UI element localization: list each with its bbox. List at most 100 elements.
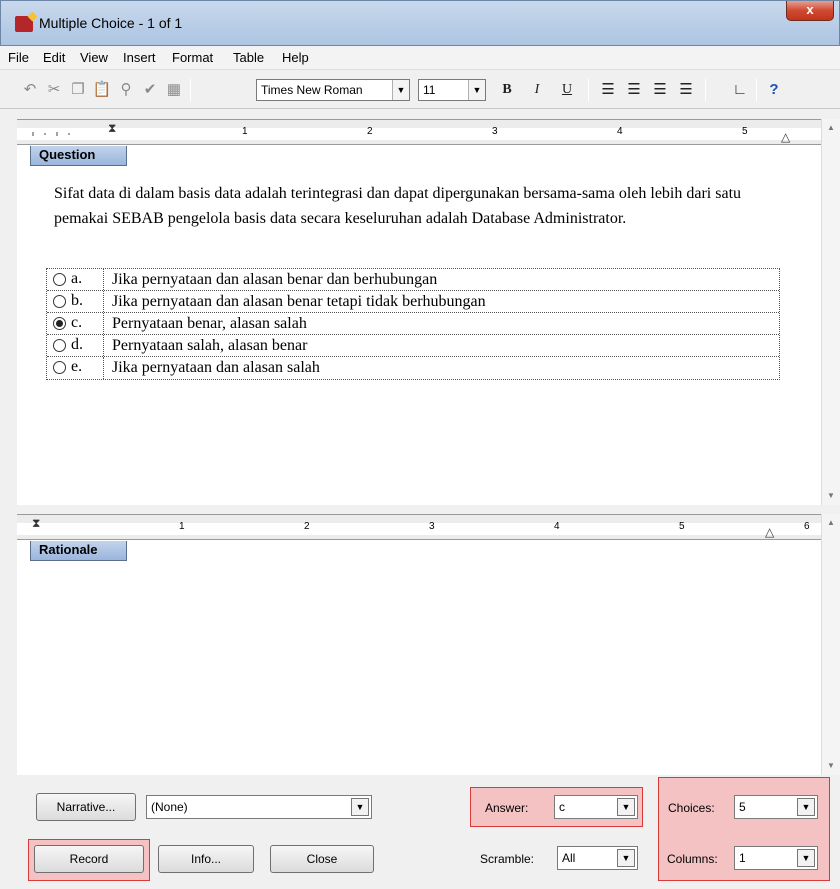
ruler-number: 2 <box>304 521 310 532</box>
choice-row[interactable]: b. Jika pernyataan dan alasan benar teta… <box>47 291 779 313</box>
ruler-number: 4 <box>554 521 560 532</box>
help-icon[interactable]: ? <box>764 80 784 100</box>
choice-letter: a. <box>71 270 83 287</box>
tab-stop-icon[interactable]: ∟ <box>730 80 750 100</box>
font-name-select[interactable]: Times New Roman ▼ <box>256 79 410 101</box>
narrative-select[interactable]: (None) ▼ <box>146 795 372 819</box>
ruler-number: 2 <box>367 126 373 137</box>
scroll-down-icon[interactable]: ▼ <box>822 487 840 505</box>
menu-edit[interactable]: Edit <box>43 50 65 65</box>
rationale-pane[interactable] <box>17 540 821 775</box>
spellcheck-icon[interactable]: ✔ <box>140 80 160 100</box>
record-button[interactable]: Record <box>34 845 144 873</box>
chevron-down-icon[interactable]: ▼ <box>351 798 369 816</box>
align-center-icon[interactable]: ☰ <box>624 80 644 100</box>
scramble-value: All <box>562 851 576 865</box>
choice-text[interactable]: Pernyataan salah, alasan benar <box>103 335 307 356</box>
toolbar: ↶ ✂ ❐ 📋 ⚲ ✔ ▦ Times New Roman ▼ 11 ▼ B I… <box>0 71 840 109</box>
bottom-panel: Narrative... (None) ▼ Answer: c ▼ Choice… <box>0 777 840 889</box>
choice-radio[interactable] <box>53 339 66 352</box>
menu-table[interactable]: Table <box>233 50 264 65</box>
undo-icon[interactable]: ↶ <box>20 80 40 100</box>
font-size-value: 11 <box>423 83 436 97</box>
right-indent-marker[interactable]: △ <box>765 525 774 539</box>
choice-text[interactable]: Pernyataan benar, alasan salah <box>103 313 307 334</box>
ruler-number: 5 <box>679 521 685 532</box>
underline-button[interactable]: U <box>556 79 578 101</box>
menu-file[interactable]: File <box>8 50 29 65</box>
rationale-tab: Rationale <box>30 541 127 561</box>
italic-button[interactable]: I <box>526 79 548 101</box>
choices-value: 5 <box>739 800 746 814</box>
chevron-down-icon[interactable]: ▼ <box>797 849 815 867</box>
columns-value: 1 <box>739 851 746 865</box>
chevron-down-icon[interactable]: ▼ <box>468 80 485 100</box>
justify-icon[interactable]: ☰ <box>676 80 696 100</box>
close-button[interactable]: Close <box>270 845 374 873</box>
window-close-button[interactable]: x <box>786 1 834 21</box>
find-icon[interactable]: ⚲ <box>116 80 136 100</box>
ruler-number: 6 <box>804 521 810 532</box>
narrative-value: (None) <box>151 800 188 814</box>
rationale-scrollbar[interactable]: ▲ ▼ <box>821 514 840 775</box>
chevron-down-icon[interactable]: ▼ <box>797 798 815 816</box>
narrative-button[interactable]: Narrative... <box>36 793 136 821</box>
first-line-indent-marker[interactable]: ⧗ <box>108 121 116 136</box>
first-line-indent-marker[interactable]: ⧗ <box>32 516 40 531</box>
ruler-number: 3 <box>429 521 435 532</box>
question-tab: Question <box>30 146 127 166</box>
choice-radio-selected[interactable] <box>53 317 66 330</box>
cut-icon[interactable]: ✂ <box>44 80 64 100</box>
ruler-number: 5 <box>742 126 748 137</box>
choice-row[interactable]: c. Pernyataan benar, alasan salah <box>47 313 779 335</box>
question-scrollbar[interactable]: ▲ ▼ <box>821 119 840 505</box>
choice-radio[interactable] <box>53 361 66 374</box>
choices-select[interactable]: 5 ▼ <box>734 795 818 819</box>
scramble-select[interactable]: All ▼ <box>557 846 638 870</box>
font-size-select[interactable]: 11 ▼ <box>418 79 486 101</box>
choice-text[interactable]: Jika pernyataan dan alasan benar dan ber… <box>103 269 437 290</box>
answer-label: Answer: <box>485 801 529 815</box>
align-right-icon[interactable]: ☰ <box>650 80 670 100</box>
chevron-down-icon[interactable]: ▼ <box>617 798 635 816</box>
picture-icon[interactable]: ▦ <box>164 80 184 100</box>
choice-row[interactable]: a. Jika pernyataan dan alasan benar dan … <box>47 269 779 291</box>
choice-text[interactable]: Jika pernyataan dan alasan benar tetapi … <box>103 291 486 312</box>
choices-label: Choices: <box>668 801 715 815</box>
choice-radio[interactable] <box>53 273 66 286</box>
ruler-track <box>17 128 821 140</box>
scroll-up-icon[interactable]: ▲ <box>822 514 840 532</box>
right-indent-marker[interactable]: △ <box>781 130 790 144</box>
choice-row[interactable]: e. Jika pernyataan dan alasan salah <box>47 357 779 379</box>
menu-format[interactable]: Format <box>172 50 213 65</box>
choice-radio[interactable] <box>53 295 66 308</box>
window-title: Multiple Choice - 1 of 1 <box>39 15 183 31</box>
info-button[interactable]: Info... <box>158 845 254 873</box>
question-ruler[interactable]: 1 2 3 4 5 ⧗ △ <box>17 119 821 145</box>
title-bar: Multiple Choice - 1 of 1 x <box>0 0 840 46</box>
align-left-icon[interactable]: ☰ <box>598 80 618 100</box>
columns-select[interactable]: 1 ▼ <box>734 846 818 870</box>
scroll-up-icon[interactable]: ▲ <box>822 119 840 137</box>
question-text[interactable]: Sifat data di dalam basis data adalah te… <box>54 181 784 231</box>
paste-icon[interactable]: 📋 <box>92 80 112 100</box>
answer-select[interactable]: c ▼ <box>554 795 638 819</box>
chevron-down-icon[interactable]: ▼ <box>392 80 409 100</box>
toolbar-separator <box>190 79 191 101</box>
app-icon <box>15 16 33 32</box>
choice-letter: c. <box>71 314 83 331</box>
scroll-down-icon[interactable]: ▼ <box>822 757 840 775</box>
bold-button[interactable]: B <box>496 79 518 101</box>
choice-row[interactable]: d. Pernyataan salah, alasan benar <box>47 335 779 357</box>
choice-text[interactable]: Jika pernyataan dan alasan salah <box>103 357 320 379</box>
ruler-track <box>17 523 821 535</box>
menu-insert[interactable]: Insert <box>123 50 156 65</box>
menu-help[interactable]: Help <box>282 50 309 65</box>
menu-view[interactable]: View <box>80 50 108 65</box>
toolbar-separator <box>588 79 589 101</box>
chevron-down-icon[interactable]: ▼ <box>617 849 635 867</box>
copy-icon[interactable]: ❐ <box>68 80 88 100</box>
font-name-value: Times New Roman <box>261 83 363 97</box>
rationale-ruler[interactable]: 1 2 3 4 5 6 ⧗ △ <box>17 514 821 540</box>
choices-table: a. Jika pernyataan dan alasan benar dan … <box>46 268 780 380</box>
